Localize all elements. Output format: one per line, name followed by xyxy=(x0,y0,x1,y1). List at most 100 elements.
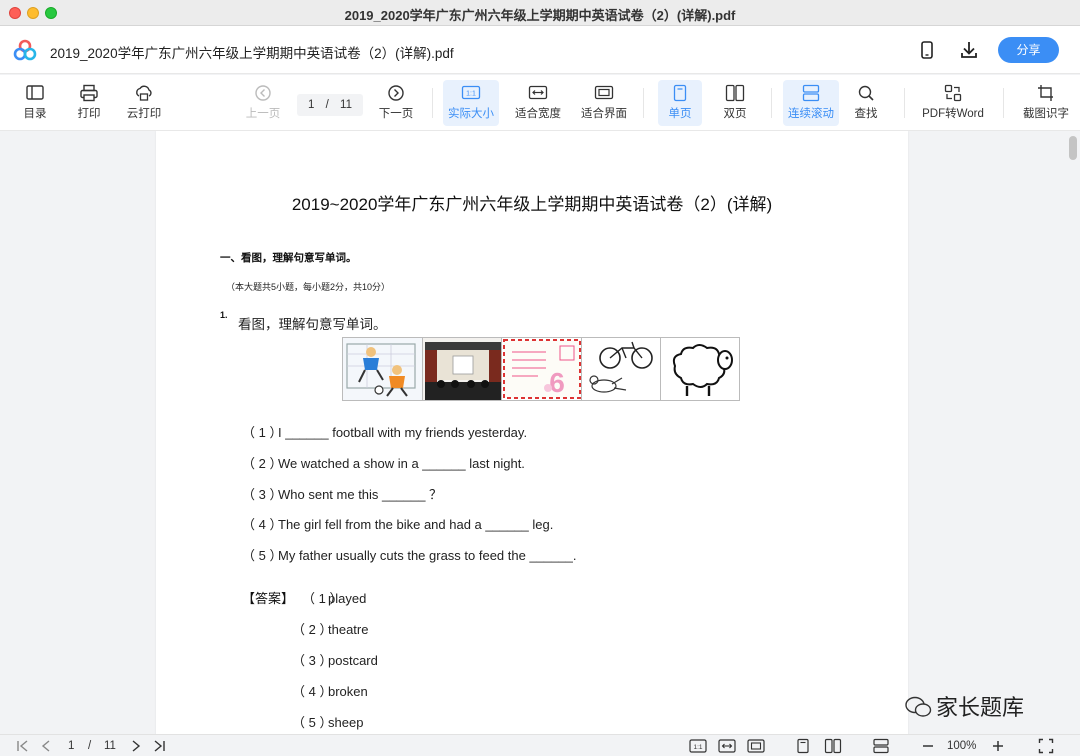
item-text: The girl fell from the bike and had a __… xyxy=(278,517,554,532)
item-text: We watched a show in a ______ last night… xyxy=(278,456,525,471)
toolbar-divider xyxy=(1003,88,1004,118)
find-label: 查找 xyxy=(854,108,878,120)
question-item: （ 2 ）We watched a show in a ______ last … xyxy=(242,453,525,472)
status-page-current[interactable]: 1 xyxy=(68,738,74,754)
fit-width-button[interactable]: 适合宽度 xyxy=(512,80,564,126)
double-page-icon[interactable] xyxy=(824,738,842,754)
document-viewport[interactable]: 2019~2020学年广东广州六年级上学期期中英语试卷（2）(详解) 一、看图，… xyxy=(0,131,1080,734)
fit-width-icon xyxy=(528,85,548,100)
toc-icon xyxy=(26,85,44,100)
continuous-scroll-button[interactable]: 连续滚动 xyxy=(783,80,839,126)
main-toolbar: 目录 打印 云打印 上一页 下一页 1:1 实际大小 适合宽度 适合界面 单页 … xyxy=(0,75,1080,131)
vertical-scrollbar[interactable] xyxy=(1066,131,1080,734)
next-page-button[interactable]: 下一页 xyxy=(376,80,416,126)
fit-page-button[interactable]: 适合界面 xyxy=(578,80,630,126)
chevron-right-circle-icon xyxy=(388,85,404,101)
crop-icon xyxy=(1038,85,1053,101)
pdf-page: 2019~2020学年广东广州六年级上学期期中英语试卷（2）(详解) 一、看图，… xyxy=(156,131,908,734)
answer-text: postcard xyxy=(328,653,378,668)
fit-page-icon xyxy=(594,85,614,100)
question-item: （ 3 ）Who sent me this ______ ？ xyxy=(242,484,442,503)
bicycle-crash-picture xyxy=(581,338,662,400)
continuous-scroll-icon xyxy=(802,84,820,102)
question-item: （ 4 ）The girl fell from the bike and had… xyxy=(242,514,553,533)
double-page-icon xyxy=(725,84,745,102)
fit-page-icon[interactable] xyxy=(747,738,765,754)
question-item: （ 5 ）My father usually cuts the grass to… xyxy=(242,545,576,564)
fullscreen-icon[interactable] xyxy=(1038,738,1054,754)
single-page-button[interactable]: 单页 xyxy=(658,80,702,126)
fit-page-label: 适合界面 xyxy=(581,108,627,120)
answer-item: （ 2 ）theatre xyxy=(292,619,368,638)
section-note: （本大题共5小题，每小题2分，共10分） xyxy=(226,282,391,292)
prev-page-label: 上一页 xyxy=(245,108,281,120)
zoom-out-icon[interactable] xyxy=(921,738,935,754)
item-number: （ 5 ） xyxy=(242,548,283,563)
toolbar-divider xyxy=(771,88,772,118)
answer-number: （ 1 ） xyxy=(302,591,343,606)
item-text: I ______ football with my friends yester… xyxy=(278,425,528,440)
section-heading: 一、看图，理解句意写单词。 xyxy=(220,252,357,264)
app-header: 2019_2020学年广东广州六年级上学期期中英语试卷（2）(详解).pdf 分… xyxy=(0,26,1080,74)
actual-size-icon-text: 1:1 xyxy=(693,744,702,751)
scrollbar-thumb[interactable] xyxy=(1069,136,1077,160)
pdf-to-word-button[interactable]: PDF转Word xyxy=(920,80,986,126)
last-page-icon[interactable] xyxy=(152,738,166,754)
answer-text: theatre xyxy=(328,622,369,637)
chat-bubble-icon xyxy=(905,696,932,717)
ocr-button[interactable]: 截图识字 xyxy=(1020,80,1072,126)
continuous-scroll-icon[interactable] xyxy=(872,738,890,754)
actual-size-icon: 1:1 xyxy=(461,85,481,100)
answer-number: （ 2 ） xyxy=(292,622,333,637)
item-text: Who sent me this ______ ？ xyxy=(278,487,443,502)
app-logo-icon xyxy=(13,39,37,61)
single-page-icon[interactable] xyxy=(795,738,811,754)
toc-label: 目录 xyxy=(23,108,47,120)
prev-page-icon[interactable] xyxy=(40,738,52,754)
item-number: （ 4 ） xyxy=(242,517,283,532)
double-page-label: 双页 xyxy=(723,108,747,120)
soccer-picture xyxy=(343,338,423,400)
find-button[interactable]: 查找 xyxy=(846,80,886,126)
status-page-separator: / xyxy=(88,740,92,752)
question-item: （ 1 ）I ______ football with my friends y… xyxy=(242,422,527,441)
answer-number: （ 5 ） xyxy=(292,715,333,730)
item-number: （ 3 ） xyxy=(242,487,283,502)
item-text: My father usually cuts the grass to feed… xyxy=(278,548,577,563)
actual-size-icon[interactable]: 1:1 xyxy=(689,738,707,754)
answer-item: （ 3 ）postcard xyxy=(292,650,378,669)
prev-page-button[interactable]: 上一页 xyxy=(244,80,282,126)
status-bar: 1 / 11 1:1 100% xyxy=(0,734,1080,756)
share-button[interactable]: 分享 xyxy=(998,37,1059,63)
page-number-input[interactable]: 1 / 11 xyxy=(297,94,363,116)
toolbar-divider xyxy=(904,88,905,118)
phone-icon[interactable] xyxy=(916,39,938,61)
actual-size-button[interactable]: 1:1 实际大小 xyxy=(443,80,499,126)
download-icon[interactable] xyxy=(958,39,980,61)
print-label: 打印 xyxy=(77,108,101,120)
first-page-icon[interactable] xyxy=(16,738,30,754)
watermark: 家长题库 xyxy=(904,690,1024,722)
print-button[interactable]: 打印 xyxy=(70,80,108,126)
question-number: 1. xyxy=(220,310,228,320)
next-page-icon[interactable] xyxy=(130,738,142,754)
answer-item: （ 4 ）broken xyxy=(292,681,368,700)
single-page-icon xyxy=(673,84,687,102)
zoom-in-icon[interactable] xyxy=(991,738,1005,754)
window-title: 2019_2020学年广东广州六年级上学期期中英语试卷（2）(详解).pdf xyxy=(344,8,736,23)
page-separator: / xyxy=(325,99,329,111)
zoom-level[interactable]: 100% xyxy=(947,738,976,754)
fit-width-icon[interactable] xyxy=(718,738,736,754)
cloud-print-button[interactable]: 云打印 xyxy=(124,80,164,126)
item-number: （ 2 ） xyxy=(242,456,283,471)
toc-button[interactable]: 目录 xyxy=(16,80,54,126)
fit-width-label: 适合宽度 xyxy=(515,108,561,120)
answer-item: （ 1 ）played xyxy=(302,588,366,607)
chevron-left-circle-icon xyxy=(255,85,271,101)
ocr-label: 截图识字 xyxy=(1023,108,1069,120)
cloud-print-label: 云打印 xyxy=(126,108,162,120)
continuous-scroll-label: 连续滚动 xyxy=(788,108,834,120)
answer-label: 【答案】 xyxy=(242,591,295,606)
double-page-button[interactable]: 双页 xyxy=(714,80,756,126)
toolbar-divider xyxy=(432,88,433,118)
